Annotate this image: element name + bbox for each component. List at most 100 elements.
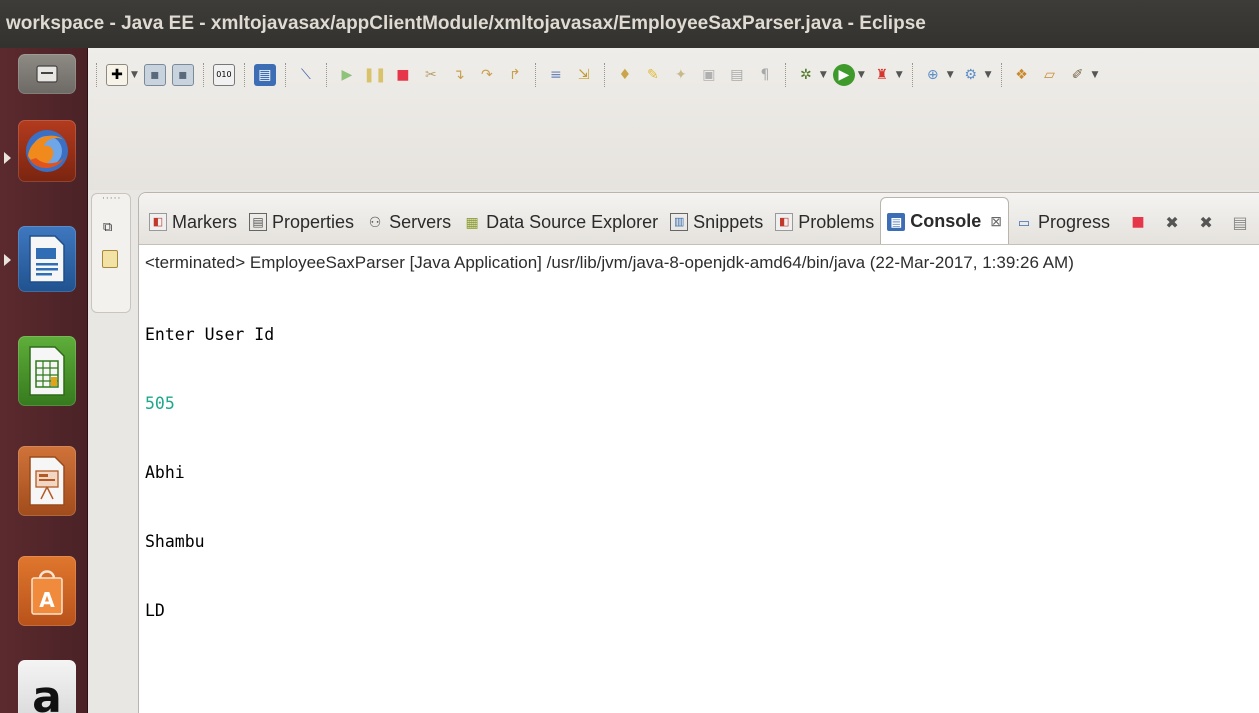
data-source-icon: ▦ xyxy=(465,214,479,230)
impress-launcher[interactable] xyxy=(18,446,76,516)
main-toolbar: ✚ ▼ ▪ ▪ 010 ▤ ⟍ ▶ ❚❚ ■ ✂ ↴ ↷ ↱ ≡ ⇲ ♦ ✎ ✦ … xyxy=(88,48,1259,190)
markers-icon: ◧ xyxy=(149,213,167,231)
calc-icon xyxy=(29,346,65,396)
tab-properties[interactable]: ▤ Properties xyxy=(243,200,360,244)
suspend-icon[interactable]: ❚❚ xyxy=(363,64,386,86)
close-icon[interactable]: ⊠ xyxy=(990,213,1002,230)
toolbar-row: ✚ ▼ ▪ ▪ 010 ▤ ⟍ ▶ ❚❚ ■ ✂ ↴ ↷ ↱ ≡ ⇲ ♦ ✎ ✦ … xyxy=(96,58,1098,92)
step-into-icon[interactable]: ↴ xyxy=(448,64,470,86)
chevron-down-icon[interactable]: ▼ xyxy=(896,70,903,80)
step-return-icon[interactable]: ↱ xyxy=(504,64,526,86)
progress-icon: ▭ xyxy=(1017,214,1031,230)
toolbar-separator xyxy=(603,63,605,87)
console-view-actions: ■ ✖ ✖ ▤ xyxy=(1128,200,1250,244)
servers-icon: ⚇ xyxy=(368,214,382,230)
amazon-launcher[interactable]: a xyxy=(18,660,76,713)
clear-console-icon[interactable]: ▤ xyxy=(1230,212,1250,232)
highlight-icon[interactable]: ✎ xyxy=(642,64,664,86)
remove-launch-icon[interactable]: ✖ xyxy=(1162,212,1182,232)
tab-label: Problems xyxy=(798,211,875,232)
drag-handle-icon[interactable]: ····· xyxy=(102,194,121,204)
new-web-service-icon[interactable]: ⚙ xyxy=(960,64,982,86)
skip-breakpoints-icon[interactable]: ⟍ xyxy=(295,64,317,86)
running-indicator xyxy=(4,152,11,164)
new-icon[interactable]: ✚ xyxy=(106,64,128,86)
remove-all-terminated-icon[interactable]: ✖ xyxy=(1196,212,1216,232)
console-input-line: 505 xyxy=(145,394,175,413)
unity-launcher: A a xyxy=(0,48,88,713)
package-explorer-icon[interactable] xyxy=(102,250,118,268)
firefox-launcher[interactable] xyxy=(18,120,76,182)
tab-label: Progress xyxy=(1038,211,1111,232)
tab-servers[interactable]: ⚇ Servers xyxy=(360,200,457,244)
tab-snippets[interactable]: ▥ Snippets xyxy=(664,200,769,244)
tab-label: Snippets xyxy=(693,211,764,232)
tab-data-source-explorer[interactable]: ▦ Data Source Explorer xyxy=(457,200,664,244)
new-server-icon[interactable]: ⊕ xyxy=(922,64,944,86)
view-tab-bar: ◧ Markers ▤ Properties ⚇ Servers ▦ Data … xyxy=(139,193,1259,245)
open-folder-icon[interactable]: ▱ xyxy=(1039,64,1061,86)
tab-label: Markers xyxy=(172,211,238,232)
properties-icon: ▤ xyxy=(249,213,268,231)
toolbar-separator xyxy=(284,63,286,87)
tab-console[interactable]: ▤ Console ⊠ xyxy=(880,197,1010,244)
running-indicator xyxy=(4,254,11,266)
wand-icon[interactable]: ✐ xyxy=(1067,64,1089,86)
toolbar-separator xyxy=(911,63,913,87)
chevron-down-icon[interactable]: ▼ xyxy=(820,70,827,80)
binary-file-icon[interactable]: 010 xyxy=(212,64,235,86)
resume-icon[interactable]: ▶ xyxy=(336,64,358,86)
impress-icon xyxy=(29,456,65,506)
drop-to-frame-icon[interactable]: ⇲ xyxy=(573,64,595,86)
annotation-icon[interactable]: ▣ xyxy=(698,64,720,86)
save-icon[interactable]: ▪ xyxy=(143,64,166,86)
software-center-launcher[interactable]: A xyxy=(18,556,76,626)
show-desktop-launcher[interactable] xyxy=(18,54,76,94)
console-icon: ▤ xyxy=(887,212,906,231)
toolbar-separator xyxy=(1000,63,1002,87)
toolbar-separator xyxy=(96,63,97,87)
restore-icon[interactable]: ⧉ xyxy=(103,220,112,235)
minimized-views-panel: ····· ⧉ xyxy=(91,193,131,313)
pin-icon[interactable]: ♦ xyxy=(614,64,636,86)
snippets-icon: ▥ xyxy=(670,213,689,231)
window-title: workspace - Java EE - xmltojavasax/appCl… xyxy=(0,0,1259,48)
tab-label: Properties xyxy=(272,211,355,232)
chevron-down-icon[interactable]: ▼ xyxy=(985,70,992,80)
tab-progress[interactable]: ▭ Progress xyxy=(1009,200,1116,244)
console-status-line: <terminated> EmployeeSaxParser [Java App… xyxy=(145,253,1074,272)
coverage-icon[interactable]: ♜ xyxy=(871,64,893,86)
use-step-filters-icon[interactable]: ≡ xyxy=(545,64,567,86)
disconnect-icon[interactable]: ✂ xyxy=(420,64,442,86)
toolbar-separator xyxy=(243,63,245,87)
run-icon[interactable]: ▶ xyxy=(832,64,855,86)
open-project-icon[interactable]: ❖ xyxy=(1011,64,1033,86)
chevron-down-icon[interactable]: ▼ xyxy=(1092,70,1099,80)
open-console-icon[interactable]: ▤ xyxy=(253,64,276,86)
terminate-icon[interactable]: ■ xyxy=(392,64,414,86)
console-line: Enter User Id xyxy=(145,325,275,344)
search-marker-icon[interactable]: ✦ xyxy=(670,64,692,86)
step-over-icon[interactable]: ↷ xyxy=(476,64,498,86)
console-output[interactable]: Enter User Id 505 Abhi Shambu LD xyxy=(145,277,274,668)
save-all-icon[interactable]: ▪ xyxy=(171,64,194,86)
debug-icon[interactable]: ✲ xyxy=(795,64,817,86)
toolbar-separator xyxy=(325,63,327,87)
block-selection-icon[interactable]: ▤ xyxy=(726,64,748,86)
chevron-down-icon[interactable]: ▼ xyxy=(131,70,138,80)
writer-icon xyxy=(29,235,65,283)
firefox-icon xyxy=(26,130,68,172)
chevron-down-icon[interactable]: ▼ xyxy=(858,70,865,80)
minimized-view-stack: ····· ⧉ xyxy=(88,190,136,713)
problems-icon: ◧ xyxy=(775,213,794,231)
eclipse-window: workspace - Java EE - xmltojavasax/appCl… xyxy=(0,0,1259,713)
calc-launcher[interactable] xyxy=(18,336,76,406)
chevron-down-icon[interactable]: ▼ xyxy=(947,70,954,80)
tab-markers[interactable]: ◧ Markers xyxy=(143,200,243,244)
tab-label: Console xyxy=(910,211,982,231)
window-icon xyxy=(36,65,58,83)
writer-launcher[interactable] xyxy=(18,226,76,292)
show-whitespace-icon[interactable]: ¶ xyxy=(754,64,776,86)
tab-problems[interactable]: ◧ Problems xyxy=(769,200,880,244)
terminate-icon[interactable]: ■ xyxy=(1128,212,1148,232)
